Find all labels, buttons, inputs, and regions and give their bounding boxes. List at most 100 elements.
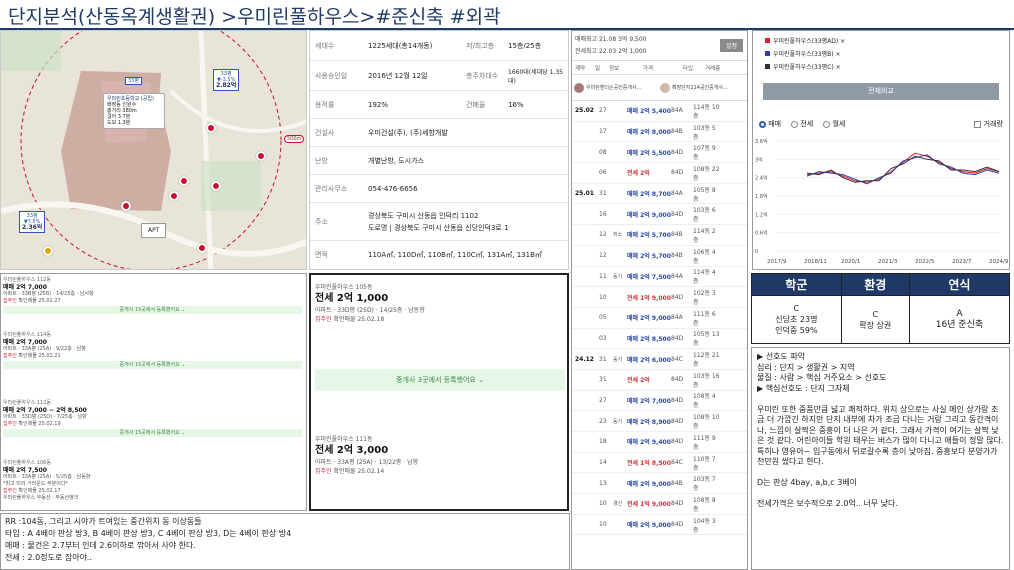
location-pin-icon[interactable]	[206, 123, 216, 133]
location-pin-icon[interactable]	[256, 151, 266, 161]
trade-type: 84D	[671, 293, 684, 301]
trade-row[interactable]: 17 매매 2억 8,000 84B 103동 5층	[572, 122, 747, 143]
legend-item[interactable]: 우미린풀하우스(33평B) ×	[765, 48, 845, 61]
legend-item[interactable]: 우미린풀하우스(33평C) ×	[765, 61, 845, 74]
trade-price: 매매 2억 7,000	[627, 397, 671, 405]
price-marker[interactable]: 33평 ▼-3.5% 2.82억	[213, 69, 240, 91]
trade-row[interactable]: 13 매매 2억 9,000 84B 103동 7층	[572, 473, 747, 495]
grade-age: A 16년 준신축	[908, 295, 1011, 344]
listing-card[interactable]: 우미린풀하우스 112동 매매 2억 7,000 ~ 2억 8,500 아파트 …	[3, 400, 302, 437]
trade-row[interactable]: 06 전세 2억 84D 108동 22층	[572, 163, 747, 184]
trade-rows: 25.02 27 매매 2억 5,400 84A 114동 10층 17 매매 2억 8,0…	[572, 101, 747, 536]
trade-day: 14	[599, 459, 607, 467]
trade-date: 24.12	[575, 355, 594, 363]
grade-school: C 신당초 23명 인덕중 59%	[751, 295, 842, 344]
price-marker[interactable]: 33평 ▼7.5% 2.36억	[19, 211, 46, 233]
col-header[interactable]: 가격	[643, 64, 683, 72]
trade-row[interactable]: 25.01 31 매매 2억 8,700 84A 105동 8층	[572, 184, 747, 205]
trade-type: 84B	[671, 128, 683, 136]
trade-row[interactable]: 24.12 31 동기 매매 2억 6,000 84C 112동 21층	[572, 349, 747, 370]
trade-day: 27	[599, 107, 607, 115]
trade-day: 06	[599, 169, 607, 177]
agents-expand-bar[interactable]: 중개사 3곳에서 등록했어요 ⌄	[315, 369, 565, 391]
listing-date: 확인매물 25.02.14	[333, 468, 385, 475]
legend-label: 우미린풀하우스(33평C) ×	[773, 64, 841, 71]
listing-card[interactable]: 우미린풀하우스 114동 매매 2억 7,000 아파트 · 33A평 (25A…	[3, 332, 302, 369]
trade-row[interactable]: 12 매매 2억 5,700 84B 106동 4층	[572, 246, 747, 267]
listing-name: 우미린풀하우스 112동	[3, 277, 51, 283]
settings-button[interactable]: 설정	[719, 39, 743, 52]
trade-day: 12	[599, 231, 607, 239]
location-pin-icon[interactable]	[179, 176, 189, 186]
trade-row[interactable]: 31 전세 2억 84D 103동 16층	[572, 370, 747, 391]
col-header[interactable]: 타입	[683, 64, 705, 72]
trade-row[interactable]: 03 매매 2억 8,500 84D 105동 13층	[572, 329, 747, 350]
legend-item[interactable]: 우미린풀하우스(33평AD) ×	[765, 35, 845, 48]
location-pin-icon[interactable]	[211, 181, 221, 191]
trade-floor: 104동 3층	[693, 517, 716, 534]
location-pin-icon[interactable]	[169, 191, 179, 201]
map-view[interactable]: 우미린초등학교 (공립) 배정동 인원수 총거리 380m 걸어 3.7분 도보…	[0, 30, 307, 270]
col-header[interactable]: 거래층	[705, 64, 735, 72]
location-pin-icon[interactable]	[121, 201, 131, 211]
col-header[interactable]: 정보	[609, 64, 643, 72]
trade-row[interactable]: 18 매매 2억 9,400 84D 111동 9층	[572, 432, 747, 453]
trade-row[interactable]: 12 취소 매매 2억 5,700 84B 114동 2층	[572, 225, 747, 246]
agents-expand-bar[interactable]: 중개사 15곳에서 등록했어요 ⌄	[3, 306, 302, 314]
trade-floor: 103동 16층	[693, 372, 720, 389]
trade-row[interactable]: 16 매매 2억 9,000 84D 103동 6층	[572, 204, 747, 226]
compare-all-button[interactable]: 전체비교	[763, 83, 999, 100]
info-key: 건폐율	[466, 100, 486, 109]
agent-name[interactable]: 확장단지114공인중개사…	[672, 84, 744, 91]
radio-sale[interactable]: 매매	[759, 119, 781, 129]
agents-expand-bar[interactable]: 중개사 15곳에서 등록했어요 ⌄	[3, 429, 302, 437]
series-line[interactable]	[806, 155, 1000, 183]
trade-row[interactable]: 14 전세 1억 8,500 84C 110동 7층	[572, 453, 747, 474]
radio-monthly[interactable]: 월세	[823, 119, 845, 129]
grade-value: C	[872, 309, 879, 319]
location-pin-icon[interactable]	[43, 246, 53, 256]
listing-date: 확인매물 25.02.19	[18, 421, 61, 427]
trade-price: 매매 2억 6,000	[627, 356, 671, 364]
trade-price: 전세 1억 9,000	[627, 294, 671, 302]
info-value: 16%	[508, 100, 524, 109]
marker-size: 33평	[128, 78, 139, 84]
listing-card[interactable]: 우미린풀하우스 111동 전세 2억 3,000 아파트 · 33A평 (25A…	[315, 435, 565, 476]
owner-tag: 집주인	[315, 468, 332, 475]
col-header[interactable]: 계약	[575, 64, 595, 72]
listing-detail: 아파트 · 33D평 (25D) · 14/25층 · 남동향	[315, 307, 425, 314]
info-key: 총주차대수	[466, 71, 499, 80]
trade-row[interactable]: 25.02 27 매매 2억 5,400 84A 114동 10층	[572, 101, 747, 122]
apt-marker[interactable]: APT	[141, 223, 167, 238]
volume-checkbox[interactable]: 거래량	[974, 119, 1003, 129]
trade-row[interactable]: 05 매매 2억 9,000 84A 111동 6층	[572, 308, 747, 329]
price-marker-small[interactable]: 33평	[125, 77, 142, 85]
listing-card[interactable]: 우미린풀하우스 112동 매매 2억 7,000 아파트 · 33B평 (25B…	[3, 277, 302, 314]
trade-type: 84B	[671, 479, 683, 487]
info-value: 1225세대(총14개동)	[368, 41, 433, 50]
radio-jeonse[interactable]: 전세	[791, 119, 813, 129]
trade-row[interactable]: 23 동기 매매 2억 8,900 84D 108동 10층	[572, 411, 747, 432]
info-row: 세대수 1225세대(총14개동) 저/최고층 15층/25층	[310, 31, 568, 61]
trade-price: 매매 2억 9,000	[627, 211, 671, 219]
trade-floor: 103동 6층	[693, 207, 716, 224]
trade-floor: 103동 7층	[693, 476, 716, 493]
popup-line: 도보 1.3분	[107, 120, 131, 126]
location-pin-icon[interactable]	[197, 243, 207, 253]
agent-name[interactable]: 우미린헨더슨공인중개사…	[586, 84, 658, 91]
trade-day: 10	[599, 521, 607, 529]
listing-detail: 아파트 · 33B평 (25B) · 14/25층 · 남서향	[3, 291, 94, 297]
trade-row[interactable]: 10 전세 1억 9,000 84D 102동 3층	[572, 287, 747, 308]
listing-card[interactable]: 우미린풀하우스 106동 매매 2억 7,500 아파트 · 33A평 (25A…	[3, 460, 302, 502]
radio-off-icon	[791, 120, 799, 128]
trade-row[interactable]: 11 동기 매매 2억 7,500 84A 114동 4층	[572, 267, 747, 288]
y-tick-label: 0	[755, 249, 758, 255]
col-header[interactable]: 일	[595, 64, 609, 72]
trade-row[interactable]: 08 매매 2억 5,500 84D 107동 9층	[572, 142, 747, 164]
agents-expand-bar[interactable]: 중개사 15곳에서 등록했어요 ⌄	[3, 361, 302, 369]
info-row: 주소 경상북도 구미시 산동읍 인덕리 1102 도로명 | 경상북도 구미시 …	[310, 203, 568, 241]
trade-row[interactable]: 10 매매 2억 9,000 84D 104동 3층	[572, 515, 747, 536]
trade-row[interactable]: 10 경신 전세 1억 9,000 84D 108동 8층	[572, 494, 747, 515]
listing-card[interactable]: 우미린풀하우스 105동 전세 2억 1,000 아파트 · 33D평 (25D…	[315, 283, 565, 391]
trade-row[interactable]: 27 매매 2억 7,000 84D 108동 4층	[572, 391, 747, 412]
